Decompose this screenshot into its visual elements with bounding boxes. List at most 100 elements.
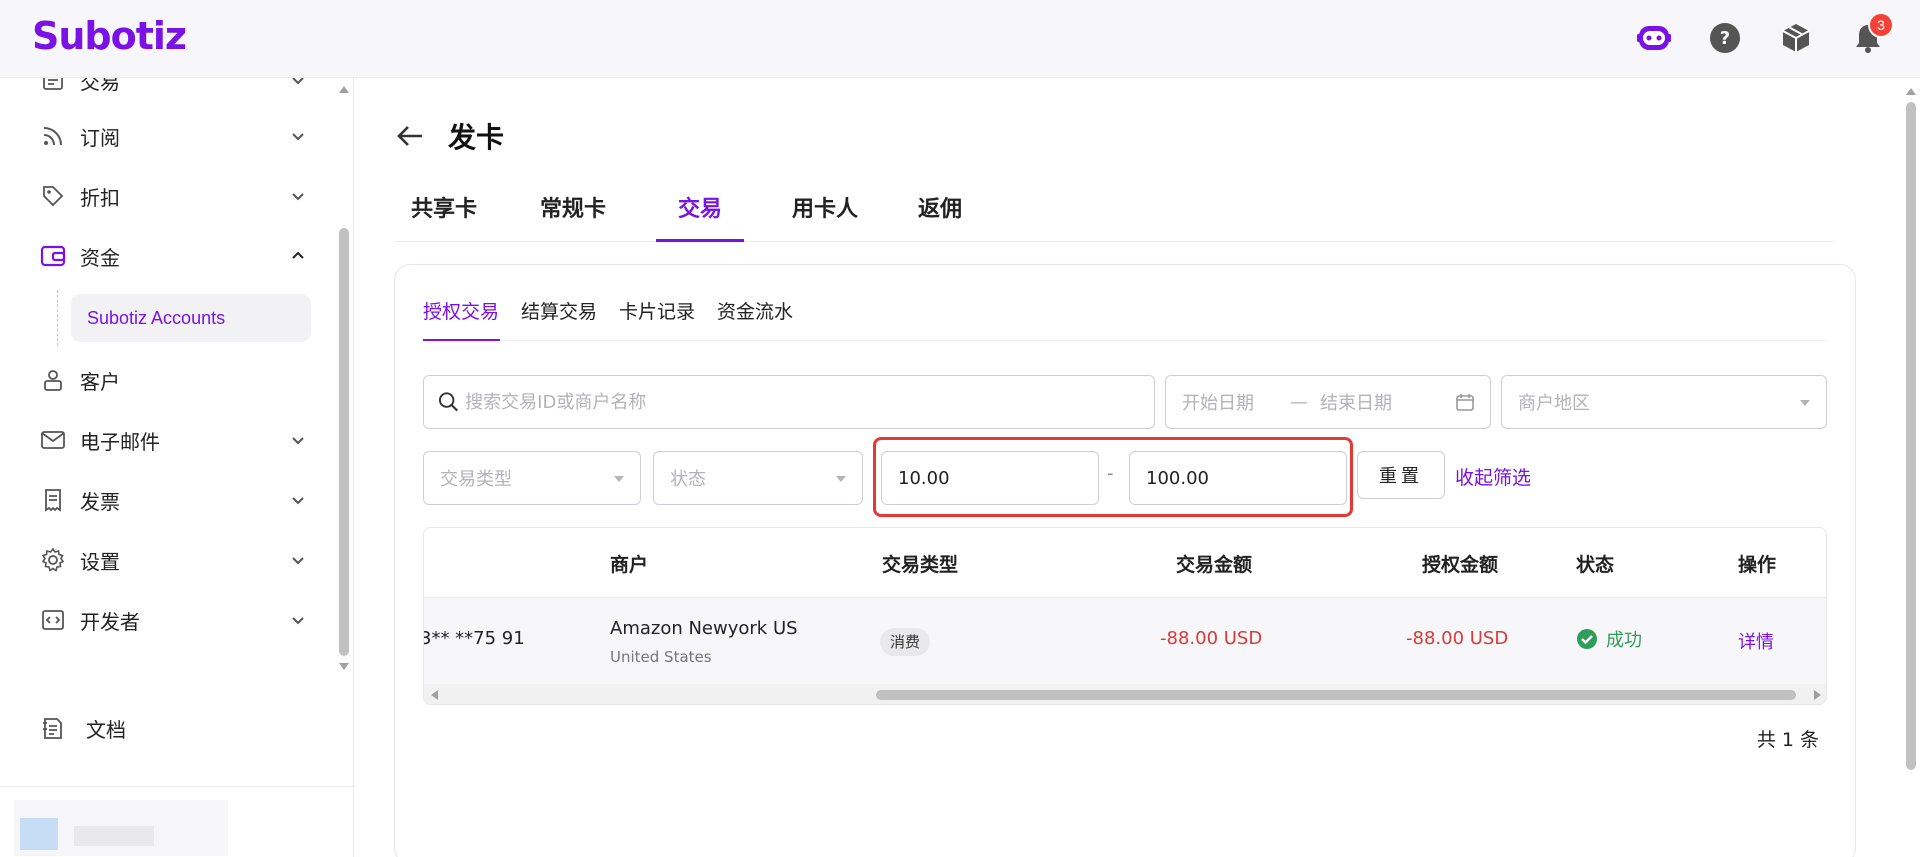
tab-shared-cards[interactable]: 共享卡 (394, 186, 494, 242)
chevron-down-icon (292, 193, 304, 201)
sidebar-scroll-thumb[interactable] (339, 228, 349, 656)
sidebar-item-transactions[interactable]: 交易 (38, 78, 308, 100)
sidebar-item-customers[interactable]: 客户 (38, 360, 308, 400)
collapse-filters-link[interactable]: 收起筛选 (1455, 463, 1531, 490)
sidebar-item-label: 订阅 (80, 125, 120, 150)
sidebar-scrollbar[interactable] (336, 78, 352, 678)
end-date-placeholder[interactable]: 结束日期 (1320, 389, 1392, 415)
column-header-auth-amount: 授权金额 (1422, 554, 1499, 576)
rss-icon (38, 121, 68, 151)
sidebar-item-label: 资金 (80, 245, 120, 270)
search-field[interactable] (423, 375, 1155, 429)
tab-card-records[interactable]: 卡片记录 (619, 295, 695, 341)
chevron-down-icon (836, 476, 846, 482)
top-bar: Subotiz ? 3 (0, 0, 1920, 78)
sidebar-item-label: 文档 (86, 717, 126, 742)
merchant-region-select[interactable]: 商户地区 (1501, 375, 1827, 429)
sidebar-item-developers[interactable]: 开发者 (38, 600, 308, 640)
sidebar-item-docs[interactable]: 文档 (38, 708, 308, 748)
column-header-merchant: 商户 (610, 554, 649, 576)
notification-bell-icon[interactable]: 3 (1850, 12, 1894, 56)
date-range-picker[interactable]: 开始日期 — 结束日期 (1165, 375, 1491, 429)
chevron-down-icon (614, 476, 624, 482)
tab-fund-flow[interactable]: 资金流水 (717, 295, 793, 341)
table-scroll-thumb[interactable] (876, 690, 1796, 700)
sidebar-item-funds[interactable]: 资金 (38, 236, 308, 276)
table-row[interactable]: 3** **75 91 Amazon Newyork US United Sta… (423, 598, 1826, 684)
tab-cardholders[interactable]: 用卡人 (772, 186, 878, 242)
chevron-down-icon (292, 617, 304, 625)
sidebar-item-invoices[interactable]: 发票 (38, 480, 308, 520)
amount-min-input[interactable] (898, 467, 1098, 489)
logo[interactable]: Subotiz (32, 14, 187, 58)
sidebar-item-label: 电子邮件 (80, 429, 160, 454)
document-icon (38, 713, 68, 743)
back-arrow-icon[interactable] (394, 120, 426, 152)
submenu-guide-line (57, 290, 58, 346)
sidebar-item-label: 交易 (80, 78, 120, 94)
tab-regular-cards[interactable]: 常规卡 (520, 186, 626, 242)
card-number: 3** **75 91 (423, 628, 525, 649)
page-scroll-thumb[interactable] (1906, 102, 1916, 770)
sidebar-item-label: 客户 (80, 369, 120, 394)
tab-rebates[interactable]: 返佣 (900, 186, 980, 242)
page-scrollbar[interactable] (1902, 78, 1920, 857)
details-link[interactable]: 详情 (1738, 628, 1774, 654)
tag-icon (38, 181, 68, 211)
reset-button[interactable]: 重置 (1357, 451, 1445, 499)
merchant-name: Amazon Newyork US (610, 618, 798, 639)
transaction-amount: -88.00 USD (1160, 628, 1263, 649)
search-icon (438, 392, 458, 412)
merchant-country: United States (610, 648, 712, 666)
amount-min-field[interactable] (881, 451, 1099, 505)
chevron-up-icon (292, 251, 304, 259)
tab-transactions[interactable]: 交易 (656, 186, 744, 242)
auth-amount: -88.00 USD (1406, 628, 1509, 649)
chevron-down-icon (292, 437, 304, 445)
amount-max-field[interactable] (1129, 451, 1347, 505)
total-count: 共 1 条 (1756, 729, 1819, 751)
wallet-icon (38, 241, 68, 271)
chevron-down-icon (292, 497, 304, 505)
secondary-tabs: 授权交易 结算交易 卡片记录 资金流水 (423, 295, 1827, 341)
sidebar-item-discounts[interactable]: 折扣 (38, 176, 308, 216)
assistant-bot-icon[interactable] (1636, 20, 1672, 56)
amount-range-separator: - (1107, 463, 1114, 484)
notification-badge: 3 (1868, 12, 1894, 38)
chevron-down-icon (292, 78, 304, 85)
user-account-blurred[interactable] (14, 800, 228, 856)
date-separator: — (1290, 391, 1308, 413)
invoice-icon (38, 485, 68, 515)
start-date-placeholder[interactable]: 开始日期 (1182, 389, 1254, 415)
transaction-type-select[interactable]: 交易类型 (423, 451, 641, 505)
main-content: 发卡 共享卡 常规卡 交易 用卡人 返佣 授权交易 结算交易 卡片记录 资金流水… (354, 78, 1902, 857)
primary-tabs: 共享卡 常规卡 交易 用卡人 返佣 (394, 186, 1834, 242)
status-placeholder: 状态 (670, 469, 706, 490)
list-icon (38, 78, 68, 95)
help-icon[interactable]: ? (1707, 20, 1743, 56)
user-icon (38, 365, 68, 395)
transactions-table: 商户 交易类型 交易金额 授权金额 状态 操作 3** **75 91 Amaz… (423, 527, 1827, 705)
tab-settled-transactions[interactable]: 结算交易 (521, 295, 597, 341)
tab-authorized-transactions[interactable]: 授权交易 (423, 295, 500, 341)
code-icon (38, 605, 68, 635)
table-header: 商户 交易类型 交易金额 授权金额 状态 操作 (424, 528, 1826, 598)
sidebar: 交易 订阅 折扣 资金 Subotiz Accounts 客户 电子邮件 发票 … (0, 78, 354, 857)
sidebar-item-email[interactable]: 电子邮件 (38, 420, 308, 460)
sidebar-item-subscriptions[interactable]: 订阅 (38, 116, 308, 156)
region-placeholder: 商户地区 (1518, 393, 1590, 414)
chevron-down-icon (292, 557, 304, 565)
search-input[interactable] (465, 391, 1154, 413)
check-circle-icon (1576, 628, 1598, 650)
column-header-amount: 交易金额 (1176, 554, 1253, 576)
sidebar-item-label: 发票 (80, 489, 120, 514)
package-icon[interactable] (1778, 20, 1814, 56)
status-select[interactable]: 状态 (653, 451, 863, 505)
table-horizontal-scrollbar[interactable] (424, 684, 1826, 704)
sidebar-subitem-subotiz-accounts[interactable]: Subotiz Accounts (71, 294, 311, 342)
page-title: 发卡 (448, 121, 505, 154)
column-header-type: 交易类型 (882, 554, 959, 576)
chevron-down-icon (1800, 400, 1810, 406)
amount-max-input[interactable] (1146, 467, 1346, 489)
sidebar-item-settings[interactable]: 设置 (38, 540, 308, 580)
